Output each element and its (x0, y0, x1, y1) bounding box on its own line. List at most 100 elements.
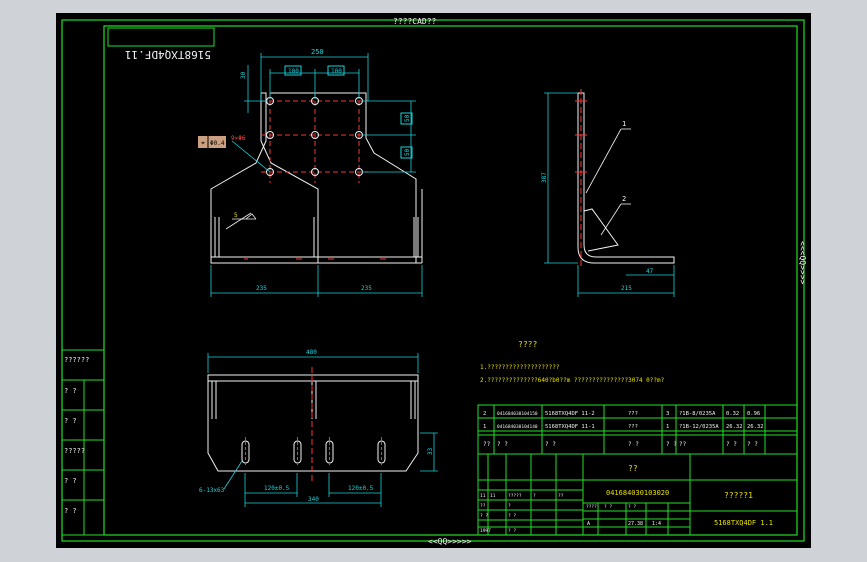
bom-cell: ??? (628, 411, 638, 417)
title-block-label: ? ? (480, 513, 488, 519)
left-strip-3: ????? (64, 447, 85, 455)
title-block-label: ???? (586, 504, 597, 510)
bom-cell: 0.32 (726, 411, 739, 417)
left-strip-0: ?????? (64, 356, 89, 364)
bottom-dim-overall: 480 (306, 349, 317, 356)
bom-cell: 041684030104140 (497, 424, 538, 430)
bom-header-cell: ? ? (628, 441, 639, 448)
side-dim-bottom: 215 (621, 285, 632, 292)
side-bracket-outline (577, 92, 675, 264)
dim-top-left: 100 (288, 68, 299, 75)
left-strip-2: ? ? (64, 417, 77, 425)
title-block-label: 11 (480, 493, 486, 499)
bom-cell: ?1B-12/0235A (679, 424, 719, 430)
front-plate-outline-right (270, 92, 417, 264)
drawing-canvas: ????CAD?? <<QQ>>>>> <<<QQ>>>> 5168TXQ4DF… (61, 17, 807, 546)
bom-cell: 5168TXQ4DF 11-2 (545, 411, 595, 417)
title-block-label: ? ? (628, 504, 636, 510)
bom-cell: ??? (628, 424, 638, 430)
dim-left-vertical: 30 (240, 71, 247, 79)
left-strip-4: ? ? (64, 477, 77, 485)
side-frame-title: <<<QQ>>>> (798, 241, 807, 285)
bottom-frame-title: <<QQ>>>>> (428, 537, 472, 546)
dim-right-upper: 50 (404, 114, 411, 122)
title-block-label: ? (508, 503, 511, 509)
top-frame-title: ????CAD?? (393, 17, 437, 26)
stage: A (587, 521, 590, 527)
bom-header-cell: ? ? (747, 441, 758, 448)
callout-2: 2 (622, 195, 626, 203)
drawing-number: 041684030103020 (606, 489, 669, 497)
title-block-label: ????? (508, 493, 522, 499)
bom-header-cell: ? ? (497, 441, 508, 448)
left-strip-5: ? ? (64, 507, 77, 515)
mirror-code-box (107, 27, 215, 47)
scale: 1:4 (652, 521, 661, 527)
outer-border (61, 19, 805, 542)
title-block-label: 1997 (480, 528, 491, 534)
cad-drawing-viewport[interactable]: ????CAD?? <<QQ>>>>> <<<QQ>>>> 5168TXQ4DF… (56, 13, 811, 548)
title-block-label: ?? (558, 493, 564, 499)
side-view[interactable]: 387 47 215 1 2 (541, 89, 675, 297)
bom-cell: 26.32 (726, 424, 743, 430)
side-dim-small: 47 (646, 268, 654, 275)
side-gusset (583, 208, 619, 252)
bom-cell: 1 (666, 424, 669, 430)
bottom-dim-left: 120±0.5 (264, 485, 290, 492)
dim-right-lower: 50 (404, 148, 411, 156)
title-block-label: ? (533, 493, 536, 499)
bom-header-cell: ? ? (545, 441, 556, 448)
left-revision-strip: ?????? ? ? ? ? ????? ? ? ? ? (61, 349, 105, 536)
bom-cell: ?1B-8/0235A (679, 411, 716, 417)
title-block: ?? 041684030103020 ?????1 5168TXQ4DF 1.1… (477, 434, 798, 536)
title-block-label: 11 (490, 493, 496, 499)
svg-text:⌖: ⌖ (201, 139, 205, 147)
bottom-dim-height: 33 (427, 447, 434, 455)
slot-note: 6-13x63 (199, 487, 225, 494)
left-strip-1: ? ? (64, 387, 77, 395)
inner-border (103, 25, 798, 536)
bom-cell: 26.32 (747, 424, 764, 430)
callout-1: 1 (622, 120, 626, 128)
bom-cell: 1 (483, 424, 486, 430)
title-block-label: ? ? (508, 513, 516, 519)
dim-top-right: 100 (331, 68, 342, 75)
doc-code: 5168TXQ4DF 1.1 (714, 519, 773, 527)
title-block-label: ?? (480, 503, 486, 509)
dim-top-overall: 250 (311, 48, 324, 56)
bom-header-cell: ? ? (726, 441, 737, 448)
dim-bottom-left: 235 (256, 285, 267, 292)
bom-cell: 0.96 (747, 411, 760, 417)
notes-line1: 1.???????????????????? (480, 364, 560, 371)
company-name: ?????1 (724, 491, 753, 500)
bottom-slots (241, 437, 386, 467)
hole-note: 9×Φ6 (231, 135, 246, 142)
title-block-label: ? ? (604, 504, 612, 510)
bottom-dimensions (207, 353, 438, 507)
svg-text:5: 5 (234, 212, 238, 219)
bottom-dim-center: 340 (308, 496, 319, 503)
part-name: ?? (628, 464, 638, 473)
bom-cell: 041684030104150 (497, 411, 538, 417)
side-dim-height: 387 (541, 172, 548, 183)
technical-notes: ???? 1.???????????????????? 2.??????????… (480, 340, 665, 384)
bottom-dim-right: 120±0.5 (348, 485, 374, 492)
mirror-code: 5168TXQ4DF.11 (125, 48, 211, 61)
weight: 27.38 (628, 521, 643, 527)
bom-cell: 5168TXQ4DF 11-1 (545, 424, 595, 430)
dim-bottom-right: 235 (361, 285, 372, 292)
bottom-view[interactable]: 480 33 120±0.5 120±0.5 340 6-13x63 (199, 349, 438, 507)
bottom-plate-outline (207, 374, 419, 472)
bom-cell: 3 (666, 411, 669, 417)
notes-title: ???? (518, 340, 537, 349)
side-dimensions (544, 92, 675, 297)
weld-symbol: 5 (225, 212, 257, 230)
tolerance-value: Φ0.4 (210, 140, 225, 147)
bom-header-cell: ? ? (666, 441, 677, 448)
front-plate-outline (210, 92, 319, 264)
bom-header-cell: ?? (679, 441, 687, 448)
bom-header-cell: ?? (483, 441, 491, 448)
bom-cell: 2 (483, 411, 486, 417)
notes-line2: 2.??????????????640?b0??m ??????????????… (480, 377, 665, 384)
front-view[interactable]: 250 100 100 30 50 50 235 235 9×Φ6 ⌖ Φ0.4… (198, 48, 423, 297)
